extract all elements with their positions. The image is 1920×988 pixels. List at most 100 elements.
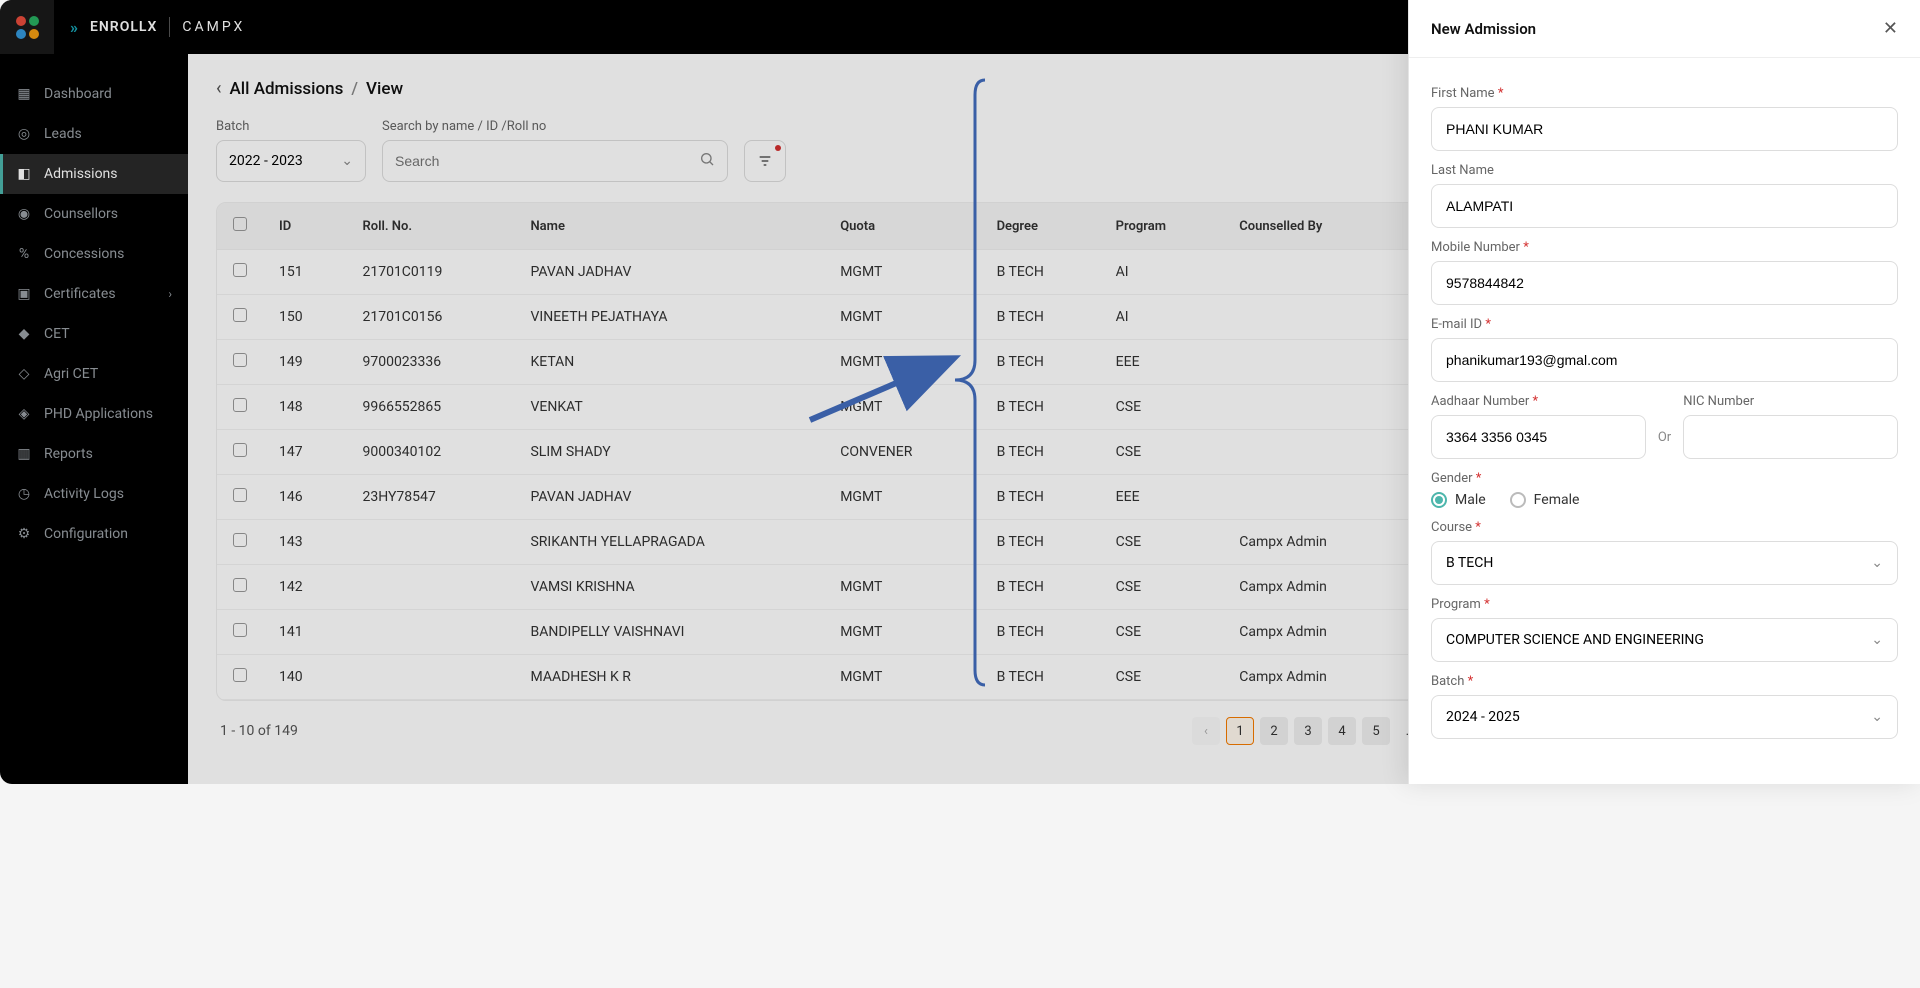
sidebar-item-agri-cet[interactable]: ◇Agri CET: [0, 354, 188, 394]
sidebar-item-label: Concessions: [44, 246, 124, 262]
search-label: Search by name / ID /Roll no: [382, 119, 728, 134]
email-field[interactable]: [1431, 338, 1898, 382]
sidebar-item-activity-logs[interactable]: ◷Activity Logs: [0, 474, 188, 514]
column-header[interactable]: Degree: [981, 203, 1100, 250]
pager-prev-button[interactable]: ‹: [1192, 717, 1220, 745]
sidebar-icon: ◆: [16, 326, 32, 342]
cell-roll: [346, 520, 514, 565]
table-row[interactable]: 148 9966552865 VENKAT MGMT B TECH CSE 20…: [217, 385, 1495, 430]
aadhaar-field[interactable]: [1431, 415, 1646, 459]
pager-summary: 1 - 10 of 149: [220, 723, 298, 739]
breadcrumb-separator: /: [351, 79, 358, 99]
sidebar-item-certificates[interactable]: ▣Certificates›: [0, 274, 188, 314]
column-header[interactable]: ID: [263, 203, 346, 250]
column-header[interactable]: Program: [1100, 203, 1224, 250]
chevron-down-icon: ⌄: [1871, 632, 1883, 648]
table-row[interactable]: 149 9700023336 KETAN MGMT B TECH EEE 20/…: [217, 340, 1495, 385]
cell-program: CSE: [1100, 520, 1224, 565]
cell-program: CSE: [1100, 655, 1224, 700]
row-checkbox[interactable]: [233, 488, 247, 502]
pager-page-button[interactable]: 5: [1362, 717, 1390, 745]
mobile-field[interactable]: [1431, 261, 1898, 305]
sidebar-icon: ▣: [16, 286, 32, 302]
sidebar-item-reports[interactable]: ▥Reports: [0, 434, 188, 474]
nic-field[interactable]: [1683, 415, 1898, 459]
sidebar-item-leads[interactable]: ◎Leads: [0, 114, 188, 154]
sidebar-item-label: Counsellors: [44, 206, 118, 222]
cell-name: PAVAN JADHAV: [514, 475, 824, 520]
table-row[interactable]: 140 MAADHESH K R MGMT B TECH CSE Campx A…: [217, 655, 1495, 700]
table-row[interactable]: 147 9000340102 SLIM SHADY CONVENER B TEC…: [217, 430, 1495, 475]
row-checkbox[interactable]: [233, 353, 247, 367]
row-checkbox[interactable]: [233, 308, 247, 322]
last-name-field[interactable]: [1431, 184, 1898, 228]
search-input[interactable]: [395, 153, 699, 169]
chevron-down-icon: ⌄: [1871, 709, 1883, 725]
cell-roll: 9966552865: [346, 385, 514, 430]
program-select[interactable]: COMPUTER SCIENCE AND ENGINEERING ⌄: [1431, 618, 1898, 662]
row-checkbox[interactable]: [233, 443, 247, 457]
app-grid-icon: [16, 16, 39, 39]
main-content: ‹ All Admissions / View Batch 2022 - 202…: [188, 54, 1524, 784]
batch-filter-select[interactable]: 2022 - 2023 ⌄: [216, 140, 366, 182]
breadcrumb-root[interactable]: All Admissions: [230, 79, 344, 99]
cell-counselled: Campx Admin: [1223, 655, 1403, 700]
row-checkbox[interactable]: [233, 398, 247, 412]
table-row[interactable]: 150 21701C0156 VINEETH PEJATHAYA MGMT B …: [217, 295, 1495, 340]
course-select[interactable]: B TECH ⌄: [1431, 541, 1898, 585]
cell-roll: 9000340102: [346, 430, 514, 475]
column-header[interactable]: Name: [514, 203, 824, 250]
app-launcher-button[interactable]: [0, 0, 54, 54]
sidebar-icon: ◎: [16, 126, 32, 142]
table-row[interactable]: 142 VAMSI KRISHNA MGMT B TECH CSE Campx …: [217, 565, 1495, 610]
table-row[interactable]: 143 SRIKANTH YELLAPRAGADA B TECH CSE Cam…: [217, 520, 1495, 565]
sidebar-icon: %: [16, 246, 32, 262]
row-checkbox[interactable]: [233, 578, 247, 592]
cell-program: AI: [1100, 250, 1224, 295]
table-row[interactable]: 146 23HY78547 PAVAN JADHAV MGMT B TECH E…: [217, 475, 1495, 520]
sidebar-item-phd-applications[interactable]: ◈PHD Applications: [0, 394, 188, 434]
first-name-field[interactable]: [1431, 107, 1898, 151]
advanced-filter-button[interactable]: [744, 140, 786, 182]
sidebar-item-configuration[interactable]: ⚙Configuration: [0, 514, 188, 554]
cell-degree: B TECH: [981, 385, 1100, 430]
cell-quota: MGMT: [824, 250, 980, 295]
select-all-checkbox[interactable]: [233, 217, 247, 231]
sidebar-item-admissions[interactable]: ◧Admissions: [0, 154, 188, 194]
mobile-label: Mobile Number *: [1431, 240, 1898, 255]
sidebar-item-counsellors[interactable]: ◉Counsellors: [0, 194, 188, 234]
sidebar-item-concessions[interactable]: % Concessions: [0, 234, 188, 274]
row-checkbox[interactable]: [233, 623, 247, 637]
cell-name: BANDIPELLY VAISHNAVI: [514, 610, 824, 655]
sidebar-item-label: Admissions: [44, 166, 118, 182]
search-icon[interactable]: [699, 151, 715, 171]
pager-page-button[interactable]: 2: [1260, 717, 1288, 745]
batch-select[interactable]: 2024 - 2025 ⌄: [1431, 695, 1898, 739]
sidebar-item-cet[interactable]: ◆CET: [0, 314, 188, 354]
gender-male-radio[interactable]: Male: [1431, 492, 1486, 508]
column-header[interactable]: Roll. No.: [346, 203, 514, 250]
table-row[interactable]: 151 21701C0119 PAVAN JADHAV MGMT B TECH …: [217, 250, 1495, 295]
sidebar-icon: ◈: [16, 406, 32, 422]
column-header[interactable]: Quota: [824, 203, 980, 250]
pager-page-button[interactable]: 3: [1294, 717, 1322, 745]
row-checkbox[interactable]: [233, 263, 247, 277]
sidebar-item-label: Activity Logs: [44, 486, 124, 502]
close-icon[interactable]: ✕: [1883, 18, 1898, 39]
row-checkbox[interactable]: [233, 668, 247, 682]
back-chevron-icon[interactable]: ‹: [216, 78, 222, 99]
brand-enrollx: ENROLLX: [90, 19, 157, 35]
cell-counselled: [1223, 430, 1403, 475]
course-label: Course *: [1431, 520, 1898, 535]
breadcrumb: ‹ All Admissions / View: [216, 78, 1496, 99]
sidebar-item-dashboard[interactable]: ▦Dashboard: [0, 74, 188, 114]
table-row[interactable]: 141 BANDIPELLY VAISHNAVI MGMT B TECH CSE…: [217, 610, 1495, 655]
sidebar-item-label: Reports: [44, 446, 93, 462]
pager-page-button[interactable]: 4: [1328, 717, 1356, 745]
pager-page-button[interactable]: 1: [1226, 717, 1254, 745]
gender-female-radio[interactable]: Female: [1510, 492, 1580, 508]
sidebar-icon: ▦: [16, 86, 32, 102]
row-checkbox[interactable]: [233, 533, 247, 547]
column-header[interactable]: Counselled By: [1223, 203, 1403, 250]
cell-degree: B TECH: [981, 520, 1100, 565]
